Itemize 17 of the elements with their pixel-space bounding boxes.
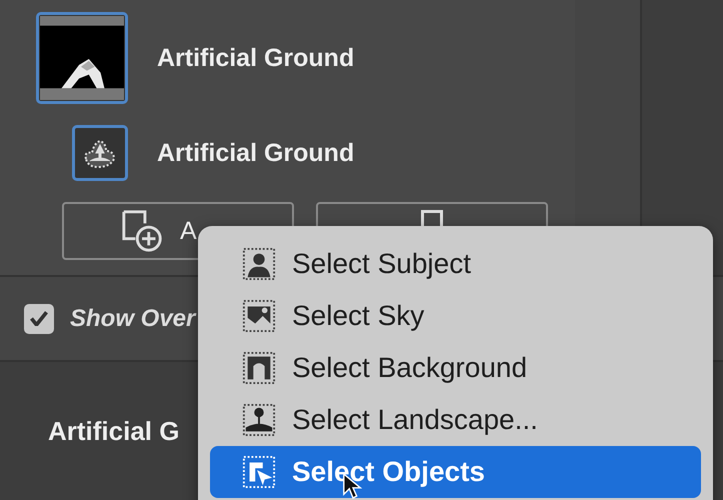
menu-item[interactable]: Select Landscape... [210,394,701,446]
layer-name: Artificial Ground [157,44,354,72]
selection-thumbnail[interactable] [72,125,128,181]
image-icon [242,299,276,333]
person-icon [242,247,276,281]
menu-item[interactable]: Select Sky [210,290,701,342]
checkbox[interactable] [24,304,54,334]
landscape-icon [242,403,276,437]
layer-name: Artificial Ground [157,138,354,168]
show-overlay-label: Show Over [70,304,196,332]
checkmark-icon [30,311,48,326]
subtract-shape-icon [421,210,443,228]
arch-icon [242,351,276,385]
menu-item[interactable]: Select Objects [210,446,701,498]
pointer-icon [242,455,276,489]
output-name: Artificial G [48,416,180,446]
menu-item[interactable]: Select Background [210,342,701,394]
